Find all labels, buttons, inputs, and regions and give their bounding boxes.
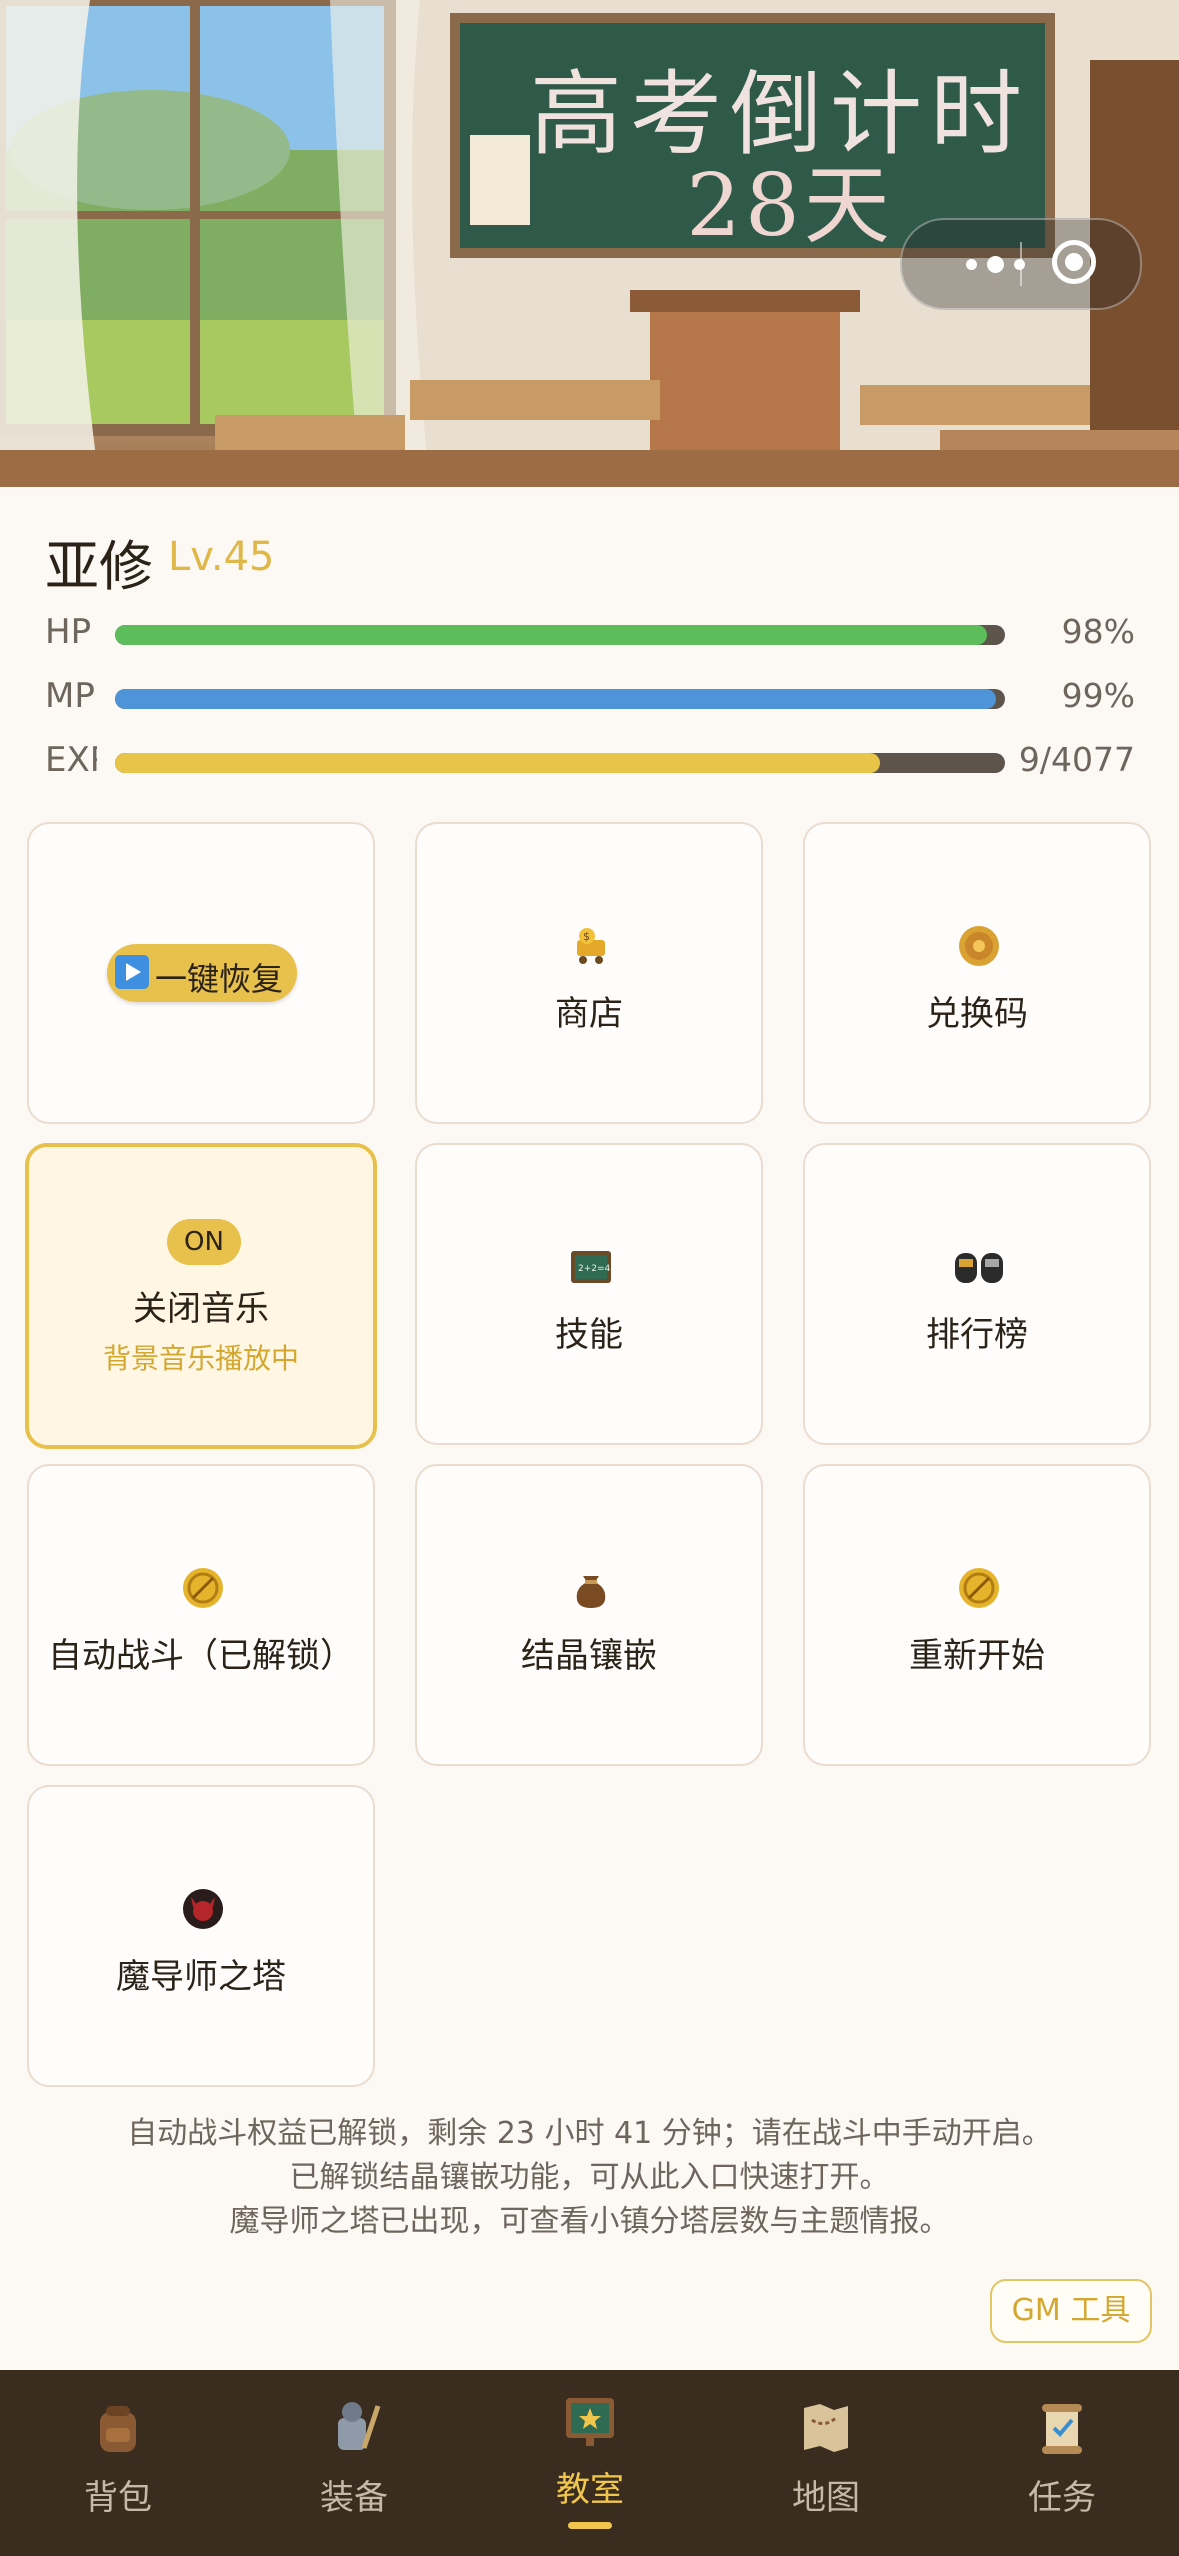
player-name: 亚修: [45, 535, 153, 598]
hp-value: 98%: [1061, 612, 1135, 651]
nav-label-equipment: 装备: [320, 2478, 388, 2518]
nav-item-backpack[interactable]: 背包: [0, 2370, 236, 2556]
exp-row: EXP 3639/4077: [45, 736, 1135, 786]
mp-bar-fill: [115, 689, 997, 709]
more-dot-icon: [1013, 258, 1025, 270]
mp-row: MP 99%: [45, 672, 1135, 722]
tile-crystal-inlay[interactable]: 结晶镶嵌: [415, 1464, 763, 1766]
quick-recover-label: 一键恢复: [155, 960, 284, 998]
music-status-text: 背景音乐播放中: [102, 1342, 299, 1375]
shop-cart-icon: $: [577, 928, 605, 964]
mp-label: MP: [45, 676, 95, 716]
chalkboard-icon: 2+2=4: [571, 1251, 611, 1283]
tile-restart[interactable]: 重新开始: [803, 1464, 1151, 1766]
more-dot-icon: [965, 258, 977, 270]
backpack-icon: [100, 2406, 136, 2452]
demon-icon: [183, 1889, 223, 1929]
board-countdown: 28天: [686, 156, 894, 256]
gold-medal-icon: [959, 1568, 999, 1608]
exp-label: EXP: [45, 740, 97, 780]
armor-icon: [338, 2402, 381, 2450]
auto-battle-note: 自动战斗权益已解锁，剩余 23 小时 41 分钟；请在战斗中手动开启。: [127, 2116, 1052, 2151]
nav-item-equipment[interactable]: 装备: [236, 2370, 472, 2556]
nav-active-indicator: [568, 2522, 612, 2529]
mp-value: 99%: [1061, 676, 1135, 715]
skills-label: 技能: [555, 1315, 623, 1355]
tile-shop[interactable]: $ 商店: [415, 822, 763, 1124]
quick-recover-button[interactable]: 一键恢复: [107, 944, 297, 1002]
map-icon: [804, 2404, 848, 2452]
nav-label-map: 地图: [792, 2478, 860, 2518]
mage-tower-note: 魔导师之塔已出现，可查看小镇分塔层数与主题情报。: [229, 2204, 950, 2239]
tile-quick-recover[interactable]: 一键恢复: [27, 822, 375, 1124]
music-on-badge: ON: [167, 1219, 241, 1265]
bottom-nav: 背包 装备 教室 地图 任务: [0, 2370, 1179, 2556]
hp-bar-fill: [115, 625, 988, 645]
more-menu-button[interactable]: [930, 220, 1060, 308]
nav-label-classroom: 教室: [556, 2470, 624, 2510]
player-level: Lv.45: [168, 534, 275, 580]
classroom-banner: 高考倒计时 28天: [0, 0, 1179, 487]
more-dot-icon: [986, 255, 1004, 273]
gold-medal-icon: [183, 1568, 223, 1608]
bag-icon: [576, 1576, 606, 1608]
leaderboard-label: 排行榜: [926, 1315, 1028, 1355]
exp-bar-fill: [115, 753, 881, 773]
nav-label-quests: 任务: [1028, 2478, 1096, 2518]
mp-bar: [115, 689, 1005, 709]
restart-label: 重新开始: [909, 1636, 1045, 1676]
hp-bar: [115, 625, 1005, 645]
mini-program-capsule: [900, 218, 1142, 310]
hp-row: HP 98%: [45, 608, 1135, 658]
svg-text:$: $: [583, 930, 590, 943]
crystal-inlay-label: 结晶镶嵌: [521, 1636, 657, 1676]
tile-skills[interactable]: 2+2=4 技能: [415, 1143, 763, 1445]
coin-icon: [959, 926, 999, 966]
music-toggle-label: 关闭音乐: [133, 1289, 269, 1329]
tile-music-toggle[interactable]: ON 关闭音乐 背景音乐播放中: [25, 1143, 377, 1449]
tile-redeem-code[interactable]: 兑换码: [803, 822, 1151, 1124]
gm-tools-button[interactable]: GM 工具: [990, 2279, 1152, 2343]
scroll-icon: [1042, 2404, 1082, 2454]
tile-mage-tower[interactable]: 魔导师之塔: [27, 1785, 375, 2087]
exp-value: 3639/4077: [1017, 740, 1135, 779]
play-icon: [115, 955, 149, 989]
capsule-divider: [1020, 242, 1022, 286]
classroom-icon: [566, 2398, 614, 2446]
nav-item-quests[interactable]: 任务: [944, 2370, 1179, 2556]
crystal-inlay-note: 已解锁结晶镶嵌功能，可从此入口快速打开。: [289, 2160, 890, 2195]
auto-battle-label: 自动战斗（已解锁）: [48, 1636, 354, 1676]
nav-item-classroom[interactable]: 教室: [472, 2370, 708, 2556]
exp-bar: [115, 753, 1005, 773]
nav-label-backpack: 背包: [84, 2478, 152, 2518]
ranking-icon: [955, 1253, 1003, 1283]
close-target-icon[interactable]: [1052, 240, 1096, 284]
redeem-code-label: 兑换码: [926, 994, 1028, 1034]
mage-tower-label: 魔导师之塔: [116, 1957, 286, 1997]
tile-leaderboard[interactable]: 排行榜: [803, 1143, 1151, 1445]
nav-item-map[interactable]: 地图: [708, 2370, 944, 2556]
svg-text:2+2=4: 2+2=4: [578, 1264, 611, 1274]
hp-label: HP: [45, 612, 92, 652]
shop-label: 商店: [555, 994, 623, 1034]
tile-auto-battle[interactable]: 自动战斗（已解锁）: [27, 1464, 375, 1766]
